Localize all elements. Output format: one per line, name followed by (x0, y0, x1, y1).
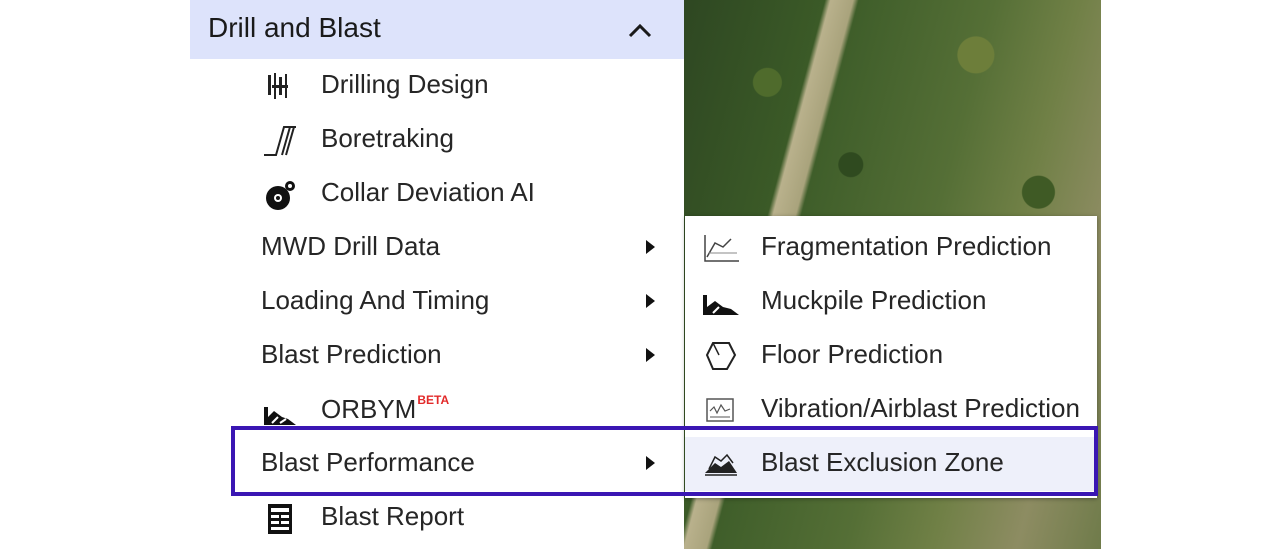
menu-item-blast-report[interactable]: Blast Report (190, 491, 684, 545)
menu-item-label: Drilling Design (321, 69, 489, 99)
menu-item-mwd-drill-data[interactable]: MWD Drill Data (190, 221, 684, 275)
submenu-item-label: Fragmentation Prediction (761, 231, 1052, 261)
menu-item-label: Blast Report (321, 501, 465, 531)
highlight-annotation-box (231, 426, 1098, 496)
submenu-item-label: Muckpile Prediction (761, 285, 987, 315)
muckpile-icon (703, 295, 739, 315)
menu-item-label: MWD Drill Data (261, 231, 441, 261)
chevron-right-icon (646, 348, 655, 362)
beta-badge: BETA (417, 393, 450, 407)
collar-deviation-icon (266, 181, 295, 210)
vibration-icon (706, 398, 734, 422)
menu-item-boretraking[interactable]: Boretraking (190, 113, 684, 167)
fragmentation-icon (704, 235, 739, 262)
submenu-item-fragmentation-prediction[interactable]: Fragmentation Prediction (685, 221, 1097, 275)
menu-item-drilling-design[interactable]: Drilling Design (190, 59, 684, 113)
submenu-item-label: Vibration/Airblast Prediction (761, 393, 1080, 423)
chevron-right-icon (646, 294, 655, 308)
menu-item-label: Collar Deviation AI (321, 177, 535, 207)
menu-item-label: Loading And Timing (261, 285, 490, 315)
orbym-icon (264, 407, 296, 425)
submenu-item-label: Floor Prediction (761, 339, 944, 369)
menu-title: Drill and Blast (208, 12, 381, 43)
menu-item-label: ORBYMBETA (321, 393, 449, 425)
report-icon (268, 504, 292, 534)
menu-item-label: Blast Prediction (261, 339, 442, 369)
chevron-up-icon[interactable] (626, 18, 654, 42)
menu-item-loading-and-timing[interactable]: Loading And Timing (190, 275, 684, 329)
submenu-item-muckpile-prediction[interactable]: Muckpile Prediction (685, 275, 1097, 329)
menu-item-collar-deviation-ai[interactable]: Collar Deviation AI (190, 167, 684, 221)
orbym-label: ORBYM (321, 394, 417, 424)
boretracking-icon (264, 126, 296, 156)
chevron-right-icon (646, 240, 655, 254)
submenu-item-floor-prediction[interactable]: Floor Prediction (685, 329, 1097, 383)
menu-item-blast-prediction[interactable]: Blast Prediction (190, 329, 684, 383)
drilling-design-icon (268, 73, 288, 99)
menu-header[interactable]: Drill and Blast (190, 0, 684, 59)
floor-icon (705, 342, 737, 370)
menu-item-label: Boretraking (321, 123, 454, 153)
